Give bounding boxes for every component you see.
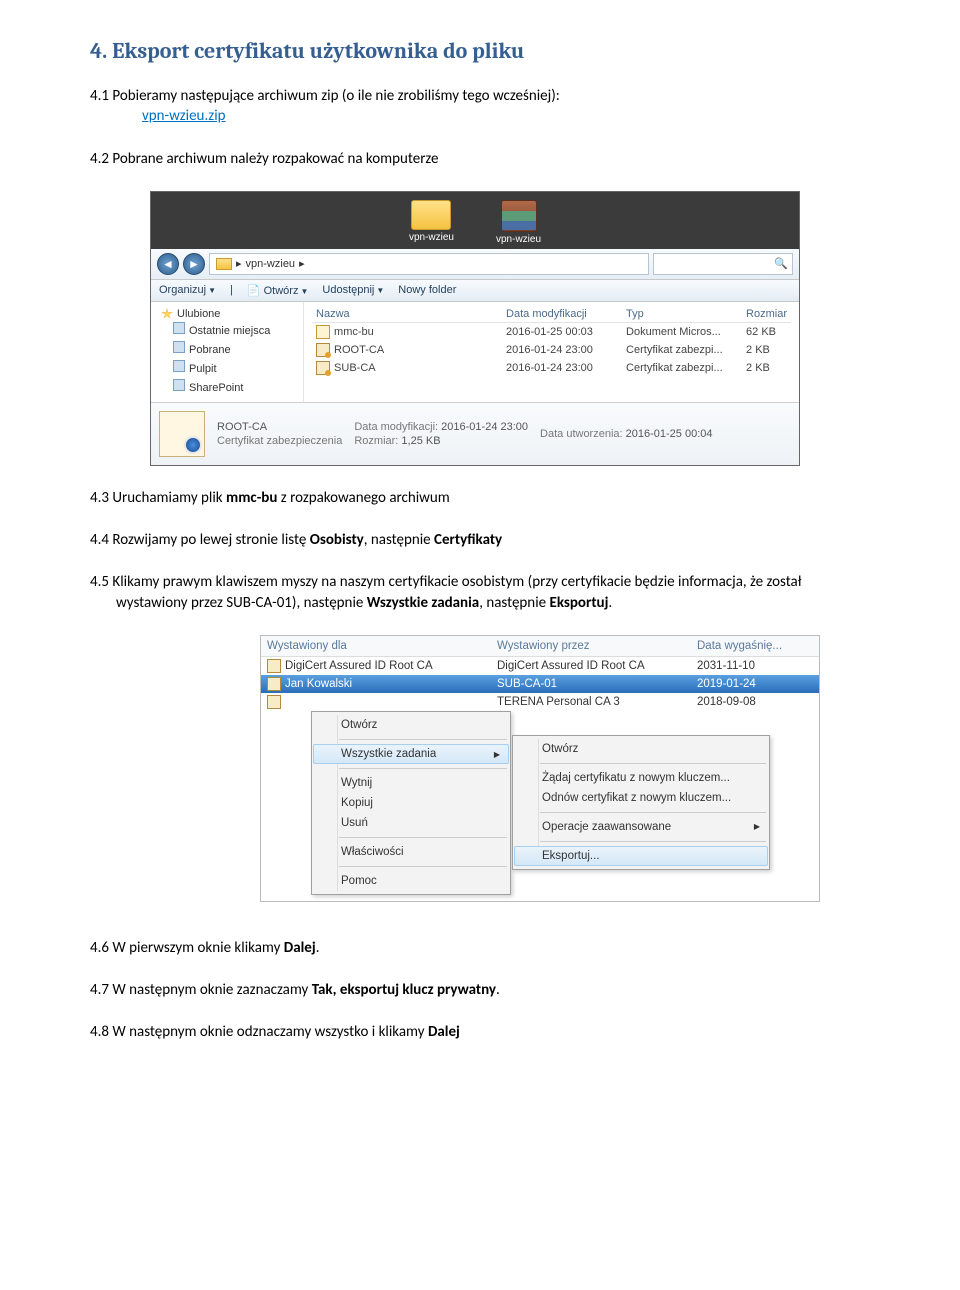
toolbar-share[interactable]: Udostępnij▼ (322, 284, 384, 296)
search-icon: 🔍 (774, 257, 788, 270)
file-row[interactable]: mmc-bu 2016-01-25 00:03 Dokument Micros.… (312, 323, 791, 341)
explorer-toolbar: Organizuj▼ | 📄 Otwórz▼ Udostępnij▼ Nowy … (151, 280, 799, 302)
folder-icon (411, 200, 451, 230)
menu-delete[interactable]: Usuń (313, 813, 509, 833)
para-4-3: 4.3 Uruchamiamy plik mmc-bu z rozpakowan… (90, 488, 872, 508)
menu-copy[interactable]: Kopiuj (313, 793, 509, 813)
details-pane: ROOT-CA Certyfikat zabezpieczenia Data m… (151, 402, 799, 465)
file-row[interactable]: SUB-CA 2016-01-24 23:00 Certyfikat zabez… (312, 359, 791, 377)
winrar-icon (501, 200, 537, 232)
file-row[interactable]: ROOT-CA 2016-01-24 23:00 Certyfikat zabe… (312, 341, 791, 359)
submenu-renew-new[interactable]: Odnów certyfikat z nowym kluczem... (514, 788, 768, 808)
cert-icon (267, 695, 281, 709)
menu-help[interactable]: Pomoc (313, 871, 509, 891)
screenshot-context-menu: Wystawiony dla Wystawiony przez Data wyg… (260, 635, 820, 902)
archive-item[interactable]: vpn-wzieu (496, 200, 541, 245)
cert-row-selected[interactable]: Jan Kowalski SUB-CA-01 2019-01-24 (261, 675, 819, 693)
desktop-strip: vpn-wzieu vpn-wzieu (151, 192, 799, 249)
submenu-open[interactable]: Otwórz (514, 739, 768, 759)
nav-favorites-head[interactable]: Ulubione (155, 308, 299, 320)
menu-cut[interactable]: Wytnij (313, 773, 509, 793)
nav-item[interactable]: Ostatnie miejsca (155, 320, 299, 339)
context-menu-main: Otwórz Wszystkie zadania▶ Wytnij Kopiuj … (311, 711, 511, 895)
columns-header[interactable]: Nazwa Data modyfikacji Typ Rozmiar (312, 306, 791, 323)
nav-pane: Ulubione Ostatnie miejsca Pobrane Pulpit… (151, 302, 304, 402)
chevron-right-icon: ▶ (494, 750, 500, 759)
section-title: 4. Eksport certyfikatu użytkownika do pl… (90, 38, 872, 64)
menu-all-tasks[interactable]: Wszystkie zadania▶ (313, 744, 509, 764)
para-4-1: 4.1 Pobieramy następujące archiwum zip (… (90, 86, 872, 127)
para-4-6: 4.6 W pierwszym oknie klikamy Dalej. (90, 938, 872, 958)
toolbar-newfolder[interactable]: Nowy folder (398, 284, 456, 296)
detail-cert-icon (159, 411, 205, 457)
cert-icon (316, 361, 330, 375)
nav-back-button[interactable]: ◄ (157, 253, 179, 275)
para-4-2: 4.2 Pobrane archiwum należy rozpakować n… (90, 149, 872, 169)
para-4-8: 4.8 W następnym oknie odznaczamy wszystk… (90, 1022, 872, 1042)
submenu-request-new[interactable]: Żądaj certyfikatu z nowym kluczem... (514, 768, 768, 788)
cert-row[interactable]: DigiCert Assured ID Root CA DigiCert Ass… (261, 657, 819, 675)
toolbar-organize[interactable]: Organizuj▼ (159, 284, 216, 296)
link-vpn-zip[interactable]: vpn-wzieu.zip (142, 107, 226, 125)
address-bar[interactable]: ▸ vpn-wzieu ▸ (209, 253, 649, 275)
star-icon (161, 308, 173, 320)
cert-icon (316, 343, 330, 357)
para-4-7: 4.7 W następnym oknie zaznaczamy Tak, ek… (90, 980, 872, 1000)
nav-fwd-button[interactable]: ► (183, 253, 205, 275)
file-icon (316, 325, 330, 339)
folder-item[interactable]: vpn-wzieu (409, 200, 454, 245)
section-text: Eksport certyfikatu użytkownika do pliku (112, 38, 524, 64)
nav-item[interactable]: SharePoint (155, 377, 299, 396)
nav-item[interactable]: Pobrane (155, 339, 299, 358)
context-menu-sub: Otwórz Żądaj certyfikatu z nowym kluczem… (512, 735, 770, 870)
cert-columns-header[interactable]: Wystawiony dla Wystawiony przez Data wyg… (261, 636, 819, 657)
para-4-4: 4.4 Rozwijamy po lewej stronie listę Oso… (90, 530, 872, 550)
menu-open[interactable]: Otwórz (313, 715, 509, 735)
nav-item[interactable]: Pulpit (155, 358, 299, 377)
cert-row[interactable]: TERENA Personal CA 3 2018-09-08 (261, 693, 819, 711)
address-bar-row: ◄ ► ▸ vpn-wzieu ▸ 🔍 (151, 249, 799, 280)
submenu-export[interactable]: Eksportuj... (514, 846, 768, 866)
screenshot-explorer: vpn-wzieu vpn-wzieu ◄ ► ▸ vpn-wzieu ▸ 🔍 … (150, 191, 800, 466)
section-num: 4. (90, 38, 107, 64)
cert-icon (267, 659, 281, 673)
submenu-advanced[interactable]: Operacje zaawansowane▶ (514, 817, 768, 837)
toolbar-open[interactable]: 📄 Otwórz▼ (247, 284, 309, 297)
search-box[interactable]: 🔍 (653, 253, 793, 275)
menu-properties[interactable]: Właściwości (313, 842, 509, 862)
cert-icon (267, 677, 281, 691)
path-folder-icon (216, 258, 232, 270)
file-list: Nazwa Data modyfikacji Typ Rozmiar mmc-b… (304, 302, 799, 402)
chevron-right-icon: ▶ (754, 822, 760, 831)
para-4-5: 4.5 Klikamy prawym klawiszem myszy na na… (90, 572, 872, 613)
